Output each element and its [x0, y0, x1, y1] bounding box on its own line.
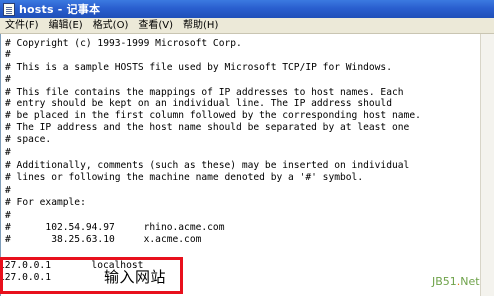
window-title: hosts - 记事本 — [19, 3, 101, 16]
text-line: # entry should be kept on an individual … — [5, 98, 392, 109]
text-line: # For example: — [5, 197, 86, 208]
text-line: # Additionally, comments (such as these)… — [5, 160, 410, 171]
watermark-logo: JB51.Net — [432, 275, 480, 288]
text-line: # 38.25.63.10 x.acme.com — [5, 234, 202, 245]
text-line: # — [5, 185, 11, 196]
menu-bar: 文件(F) 编辑(E) 格式(O) 查看(V) 帮助(H) — [0, 18, 494, 34]
text-line: # This file contains the mappings of IP … — [5, 87, 404, 98]
menu-file[interactable]: 文件(F) — [0, 19, 44, 33]
text-line: # 102.54.94.97 rhino.acme.com — [5, 222, 225, 233]
text-line: # — [5, 210, 11, 221]
notepad-window: hosts - 记事本 文件(F) 编辑(E) 格式(O) 查看(V) 帮助(H… — [0, 0, 494, 296]
text-line: # — [5, 49, 11, 60]
text-line: # — [5, 74, 11, 85]
text-line: # lines or following the machine name de… — [5, 172, 364, 183]
menu-view[interactable]: 查看(V) — [133, 19, 178, 33]
text-line: # Copyright (c) 1993-1999 Microsoft Corp… — [5, 38, 242, 49]
notepad-icon — [3, 2, 15, 16]
menu-format[interactable]: 格式(O) — [88, 19, 134, 33]
annotation-label: 输入网站 — [104, 268, 167, 286]
title-bar[interactable]: hosts - 记事本 — [0, 0, 494, 18]
vertical-scrollbar[interactable] — [480, 34, 494, 296]
menu-edit[interactable]: 编辑(E) — [44, 19, 88, 33]
text-line: # space. — [5, 134, 52, 145]
watermark-suffix: Net — [460, 275, 480, 288]
text-line: # — [5, 147, 11, 158]
text-line: # be placed in the first column followed… — [5, 110, 421, 121]
menu-help[interactable]: 帮助(H) — [178, 19, 223, 33]
text-line: # The IP address and the host name shoul… — [5, 122, 410, 133]
text-line: # This is a sample HOSTS file used by Mi… — [5, 62, 392, 73]
watermark-brand: JB51 — [432, 275, 457, 288]
